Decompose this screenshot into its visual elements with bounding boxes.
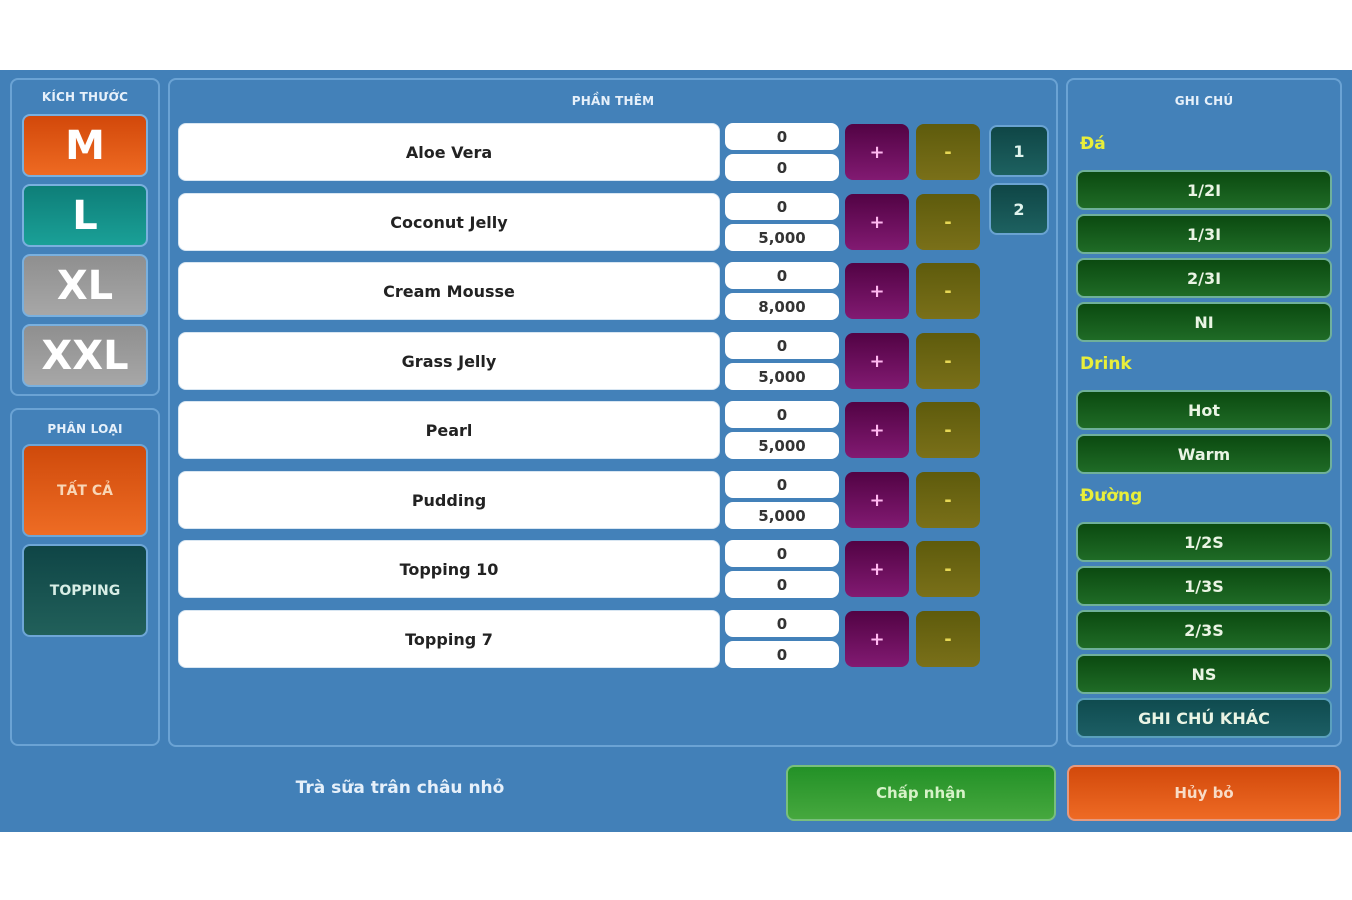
topping-name[interactable]: Topping 10 bbox=[178, 540, 720, 598]
category-panel: PHÂN LOẠI TẤT CẢ TOPPING bbox=[10, 408, 160, 746]
increase-button[interactable]: + bbox=[845, 333, 909, 389]
plus-icon: + bbox=[869, 558, 885, 580]
other-note-button[interactable]: GHI CHÚ KHÁC bbox=[1076, 698, 1332, 738]
decrease-button[interactable]: - bbox=[916, 194, 980, 250]
topping-name[interactable]: Topping 7 bbox=[178, 610, 720, 668]
decrease-button[interactable]: - bbox=[916, 124, 980, 180]
minus-icon: - bbox=[944, 628, 952, 650]
topping-price: 0 bbox=[725, 154, 839, 181]
size-button-xl[interactable]: XL bbox=[22, 254, 148, 317]
toppings-panel-title: PHẦN THÊM bbox=[571, 94, 655, 108]
ice-option-button[interactable]: 2/3I bbox=[1076, 258, 1332, 298]
decrease-button[interactable]: - bbox=[916, 472, 980, 528]
topping-price: 5,000 bbox=[725, 432, 839, 459]
increase-button[interactable]: + bbox=[845, 541, 909, 597]
minus-icon: - bbox=[944, 211, 952, 233]
category-topping-button[interactable]: TOPPING bbox=[22, 544, 148, 637]
minus-icon: - bbox=[944, 141, 952, 163]
plus-icon: + bbox=[869, 141, 885, 163]
topping-quantity: 0 bbox=[725, 332, 839, 359]
category-all-button[interactable]: TẤT CẢ bbox=[22, 444, 148, 537]
size-button-l[interactable]: L bbox=[22, 184, 148, 247]
notes-panel: GHI CHÚ Đá 1/2I 1/3I 2/3I NI Drink Hot W… bbox=[1066, 78, 1342, 747]
ice-option-button[interactable]: 1/3I bbox=[1076, 214, 1332, 254]
topping-name[interactable]: Grass Jelly bbox=[178, 332, 720, 390]
drink-option-button[interactable]: Warm bbox=[1076, 434, 1332, 474]
notes-panel-title: GHI CHÚ bbox=[1174, 94, 1234, 108]
topping-quantity: 0 bbox=[725, 540, 839, 567]
page-1-button[interactable]: 1 bbox=[989, 125, 1049, 177]
ice-section-label: Đá bbox=[1080, 134, 1106, 154]
topping-price: 0 bbox=[725, 571, 839, 598]
plus-icon: + bbox=[869, 419, 885, 441]
toppings-panel: PHẦN THÊM Aloe Vera 0 0 + - Coconut Jell… bbox=[168, 78, 1058, 747]
accept-button[interactable]: Chấp nhận bbox=[786, 765, 1056, 821]
topping-price: 0 bbox=[725, 641, 839, 668]
plus-icon: + bbox=[869, 489, 885, 511]
sugar-option-button[interactable]: NS bbox=[1076, 654, 1332, 694]
topping-name[interactable]: Aloe Vera bbox=[178, 123, 720, 181]
minus-icon: - bbox=[944, 350, 952, 372]
increase-button[interactable]: + bbox=[845, 611, 909, 667]
topping-name[interactable]: Pudding bbox=[178, 471, 720, 529]
topping-name[interactable]: Cream Mousse bbox=[178, 262, 720, 320]
topping-price: 5,000 bbox=[725, 363, 839, 390]
sugar-section-label: Đường bbox=[1080, 486, 1143, 506]
cancel-button[interactable]: Hủy bỏ bbox=[1067, 765, 1341, 821]
increase-button[interactable]: + bbox=[845, 194, 909, 250]
decrease-button[interactable]: - bbox=[916, 333, 980, 389]
topping-price: 5,000 bbox=[725, 224, 839, 251]
increase-button[interactable]: + bbox=[845, 263, 909, 319]
decrease-button[interactable]: - bbox=[916, 402, 980, 458]
size-button-xxl[interactable]: XXL bbox=[22, 324, 148, 387]
minus-icon: - bbox=[944, 419, 952, 441]
sugar-option-button[interactable]: 1/2S bbox=[1076, 522, 1332, 562]
plus-icon: + bbox=[869, 211, 885, 233]
topping-quantity: 0 bbox=[725, 123, 839, 150]
plus-icon: + bbox=[869, 628, 885, 650]
topping-name[interactable]: Coconut Jelly bbox=[178, 193, 720, 251]
plus-icon: + bbox=[869, 280, 885, 302]
decrease-button[interactable]: - bbox=[916, 611, 980, 667]
increase-button[interactable]: + bbox=[845, 402, 909, 458]
size-button-m[interactable]: M bbox=[22, 114, 148, 177]
topping-quantity: 0 bbox=[725, 401, 839, 428]
topping-price: 8,000 bbox=[725, 293, 839, 320]
decrease-button[interactable]: - bbox=[916, 541, 980, 597]
minus-icon: - bbox=[944, 280, 952, 302]
decrease-button[interactable]: - bbox=[916, 263, 980, 319]
topping-selection-dialog: KÍCH THƯỚC M L XL XXL PHÂN LOẠI TẤT CẢ T… bbox=[0, 70, 1352, 832]
category-panel-title: PHÂN LOẠI bbox=[47, 422, 123, 436]
size-panel: KÍCH THƯỚC M L XL XXL bbox=[10, 78, 160, 396]
increase-button[interactable]: + bbox=[845, 472, 909, 528]
page-2-button[interactable]: 2 bbox=[989, 183, 1049, 235]
topping-quantity: 0 bbox=[725, 471, 839, 498]
ice-option-button[interactable]: NI bbox=[1076, 302, 1332, 342]
topping-quantity: 0 bbox=[725, 193, 839, 220]
ice-option-button[interactable]: 1/2I bbox=[1076, 170, 1332, 210]
topping-price: 5,000 bbox=[725, 502, 839, 529]
size-panel-title: KÍCH THƯỚC bbox=[41, 90, 129, 104]
minus-icon: - bbox=[944, 489, 952, 511]
product-name: Trà sữa trân châu nhỏ bbox=[295, 778, 505, 798]
topping-quantity: 0 bbox=[725, 610, 839, 637]
increase-button[interactable]: + bbox=[845, 124, 909, 180]
sugar-option-button[interactable]: 2/3S bbox=[1076, 610, 1332, 650]
sugar-option-button[interactable]: 1/3S bbox=[1076, 566, 1332, 606]
minus-icon: - bbox=[944, 558, 952, 580]
topping-quantity: 0 bbox=[725, 262, 839, 289]
plus-icon: + bbox=[869, 350, 885, 372]
drink-section-label: Drink bbox=[1080, 354, 1132, 374]
drink-option-button[interactable]: Hot bbox=[1076, 390, 1332, 430]
topping-name[interactable]: Pearl bbox=[178, 401, 720, 459]
